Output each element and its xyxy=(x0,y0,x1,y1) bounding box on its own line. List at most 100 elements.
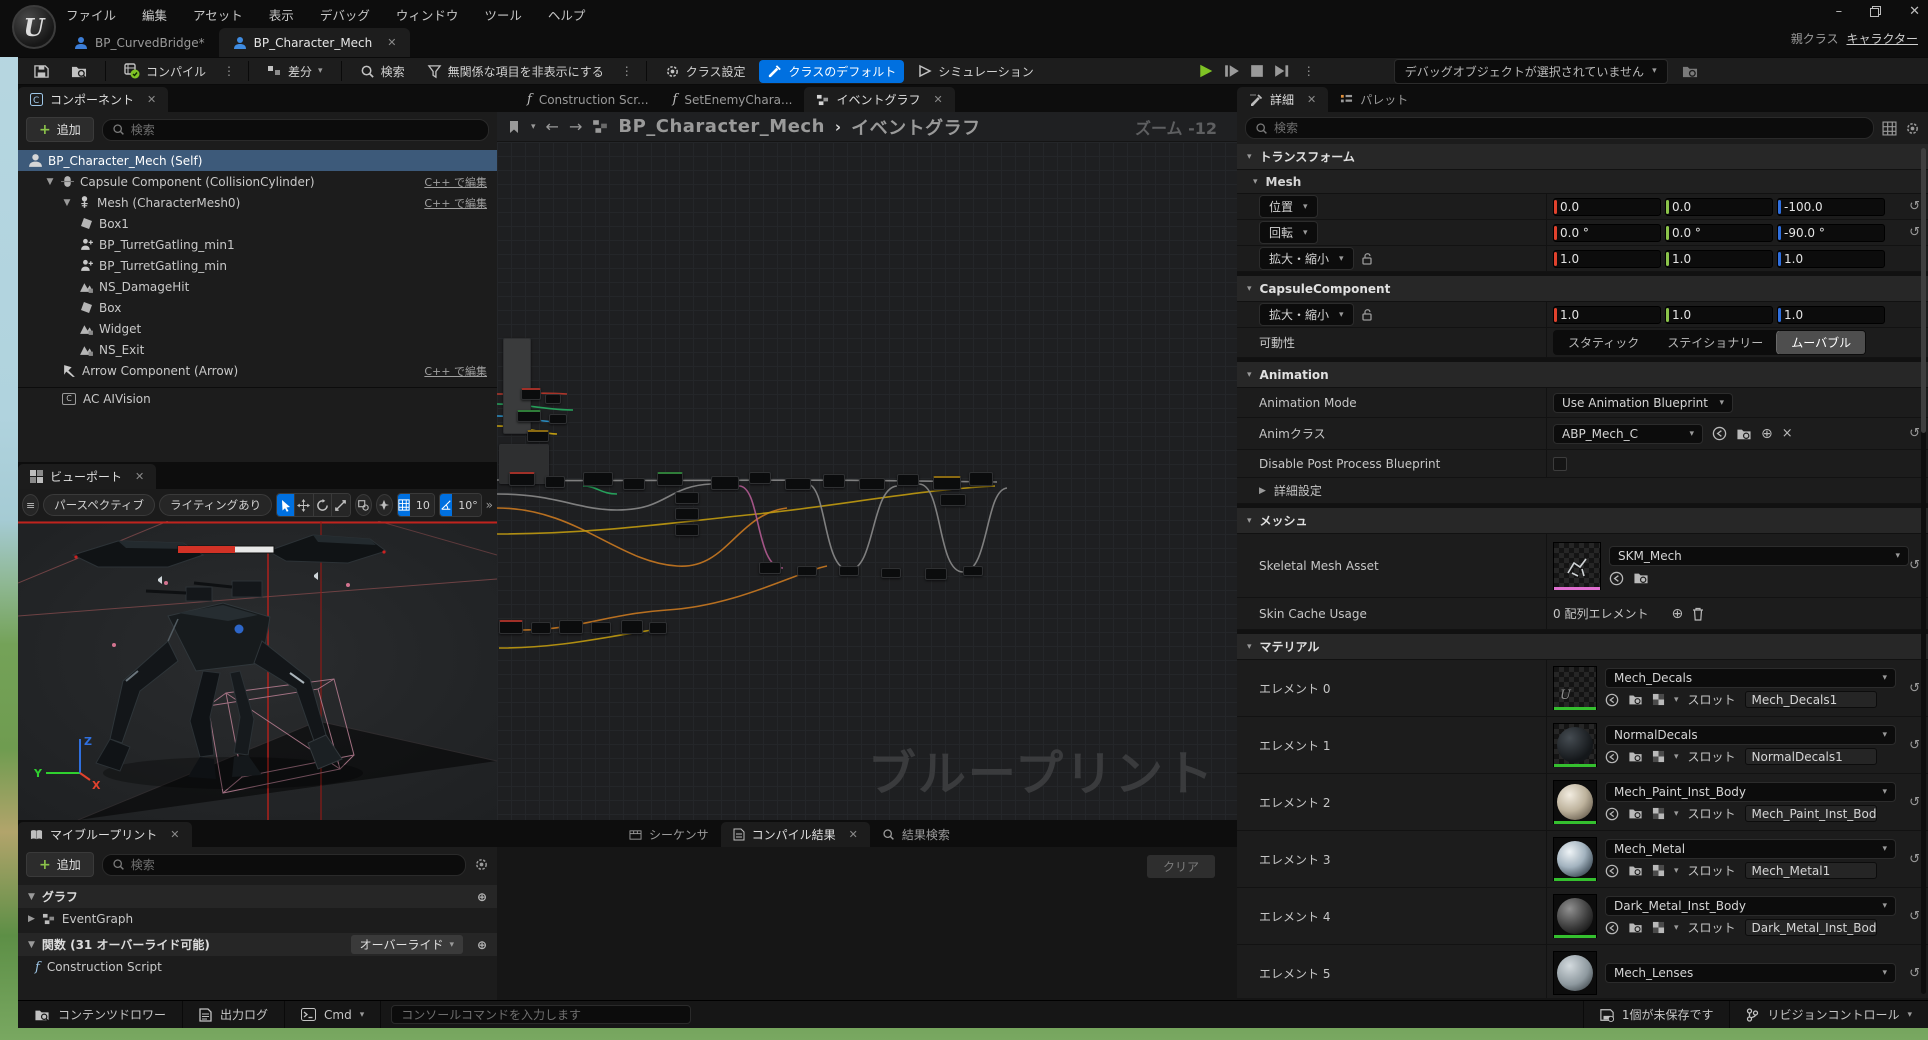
move-tool-icon[interactable] xyxy=(295,494,313,516)
graph-node[interactable] xyxy=(583,472,613,486)
tree-item-aivision[interactable]: C AC AIVision xyxy=(18,387,497,409)
reset-icon[interactable]: ↺ xyxy=(1909,426,1920,441)
animation-mode-dropdown[interactable]: Use Animation Blueprint▾ xyxy=(1553,393,1733,413)
slot-name-field[interactable]: Mech_Decals1 xyxy=(1745,691,1877,708)
browse-asset-button[interactable] xyxy=(63,61,95,82)
edit-in-cpp-link[interactable]: C++ で編集 xyxy=(424,195,487,211)
graph-node[interactable] xyxy=(623,478,645,490)
mobility-stationary[interactable]: ステイショナリー xyxy=(1653,331,1777,354)
menu-tools[interactable]: ツール xyxy=(484,5,522,24)
tree-item-ns-exit[interactable]: NS_Exit xyxy=(18,339,497,360)
details-scroll-area[interactable]: ▾トランスフォーム ▾Mesh 位置▾ 0.0 0.0 -100.0 ↺ 回転▾… xyxy=(1237,144,1928,998)
menu-help[interactable]: ヘルプ xyxy=(548,5,586,24)
close-icon[interactable]: ✕ xyxy=(147,93,156,106)
tree-item-arrow[interactable]: Arrow Component (Arrow) C++ で編集 xyxy=(18,360,497,381)
use-selected-icon[interactable] xyxy=(1605,807,1619,821)
tab-find-results[interactable]: 結果検索 xyxy=(870,822,962,847)
chevron-down-icon[interactable]: ▾ xyxy=(1674,923,1679,933)
rotation-x-field[interactable]: 0.0 ° xyxy=(1553,224,1661,242)
rotation-z-field[interactable]: -90.0 ° xyxy=(1777,224,1885,242)
my-blueprint-search[interactable] xyxy=(102,854,466,876)
browse-icon[interactable] xyxy=(1628,693,1643,706)
material-thumbnail[interactable] xyxy=(1553,837,1597,881)
graph-node[interactable] xyxy=(759,562,781,574)
asset-tab-bp-character-mech[interactable]: BP_Character_Mech ✕ xyxy=(219,28,411,57)
asset-tab-bp-curvedbridge[interactable]: BP_CurvedBridge* xyxy=(60,28,219,57)
material-dropdown[interactable]: NormalDecals▾ xyxy=(1605,725,1896,745)
graph-node[interactable] xyxy=(839,566,859,576)
close-tab-icon[interactable]: ✕ xyxy=(387,36,396,49)
use-selected-icon[interactable] xyxy=(1605,864,1619,878)
material-dropdown[interactable]: Dark_Metal_Inst_Body▾ xyxy=(1605,896,1896,916)
stop-icon[interactable] xyxy=(1250,64,1264,78)
reset-icon[interactable]: ↺ xyxy=(1909,558,1920,573)
menu-window[interactable]: ウィンドウ xyxy=(396,5,459,24)
tab-compile-results[interactable]: コンパイル結果 ✕ xyxy=(721,822,870,847)
lit-mode-button[interactable]: ライティングあり xyxy=(159,494,272,516)
collapse-caret-icon[interactable]: ▼ xyxy=(28,892,35,902)
graph-node[interactable] xyxy=(591,622,611,634)
lock-open-icon[interactable] xyxy=(1362,309,1372,321)
capsule-scale-z-field[interactable]: 1.0 xyxy=(1777,306,1885,324)
row-advanced[interactable]: ▶詳細設定 xyxy=(1237,478,1928,504)
tab-event-graph[interactable]: イベントグラフ ✕ xyxy=(804,87,954,112)
use-selected-icon[interactable] xyxy=(1712,426,1727,441)
section-capsule-component[interactable]: ▾CapsuleComponent xyxy=(1237,276,1928,302)
location-y-field[interactable]: 0.0 xyxy=(1665,198,1773,216)
revision-control-button[interactable]: リビジョンコントロール ▾ xyxy=(1729,1001,1928,1028)
graph-node[interactable] xyxy=(675,508,699,520)
section-mesh[interactable]: ▾メッシュ xyxy=(1237,508,1928,534)
section-animation[interactable]: ▾Animation xyxy=(1237,362,1928,388)
output-log-button[interactable]: 出力ログ xyxy=(183,1001,285,1028)
graph-node[interactable] xyxy=(499,620,523,634)
reset-icon[interactable]: ↺ xyxy=(1909,852,1920,867)
functions-section-header[interactable]: ▼ 関数 (31 オーバーライド可能) オーバーライド▾ ⊕ xyxy=(18,933,497,956)
graph-node[interactable] xyxy=(509,472,535,486)
highlight-icon[interactable] xyxy=(1652,750,1665,763)
construction-script-item[interactable]: f Construction Script xyxy=(18,956,497,978)
hide-unrelated-options-icon[interactable]: ⋮ xyxy=(618,64,636,78)
graph-node[interactable] xyxy=(881,568,901,578)
play-icon[interactable] xyxy=(1198,63,1214,79)
debug-object-dropdown[interactable]: デバッグオブジェクトが選択されていません ▾ xyxy=(1394,59,1668,84)
graph-node[interactable] xyxy=(559,620,583,634)
maximize-icon[interactable] xyxy=(1870,6,1881,17)
bookmark-caret-icon[interactable]: ▾ xyxy=(531,122,536,132)
console-command-field[interactable] xyxy=(391,1005,691,1024)
add-blueprint-item-button[interactable]: +追加 xyxy=(26,852,94,877)
add-function-icon[interactable]: ⊕ xyxy=(477,938,487,952)
find-button[interactable]: 検索 xyxy=(352,60,413,83)
disable-post-checkbox[interactable] xyxy=(1553,457,1567,471)
details-scrollbar[interactable] xyxy=(1921,148,1926,994)
components-search[interactable] xyxy=(102,119,489,141)
clear-icon[interactable]: × xyxy=(1782,426,1793,441)
tree-item-capsule[interactable]: ▼ Capsule Component (CollisionCylinder) … xyxy=(18,171,497,192)
expand-caret-icon[interactable]: ▼ xyxy=(62,198,72,208)
display-filter-icon[interactable] xyxy=(1882,121,1897,136)
edit-in-cpp-link[interactable]: C++ で編集 xyxy=(424,363,487,379)
tab-sequencer[interactable]: シーケンサ xyxy=(617,822,721,847)
capsule-scale-x-field[interactable]: 1.0 xyxy=(1553,306,1661,324)
scale-combo[interactable]: 拡大・縮小▾ xyxy=(1259,303,1354,326)
angle-snap-icon[interactable] xyxy=(440,494,452,516)
graph-node[interactable] xyxy=(940,494,966,506)
graph-node[interactable] xyxy=(711,476,739,490)
material-thumbnail[interactable] xyxy=(1553,780,1597,824)
settings-gear-icon[interactable] xyxy=(474,857,489,872)
expand-caret-icon[interactable]: ▼ xyxy=(45,177,55,187)
slot-name-field[interactable]: NormalDecals1 xyxy=(1745,748,1877,765)
graph-node[interactable] xyxy=(897,474,919,486)
slot-name-field[interactable]: Mech_Metal1 xyxy=(1745,862,1877,879)
edit-in-cpp-link[interactable]: C++ で編集 xyxy=(424,174,487,190)
tree-item-box1[interactable]: Box1 xyxy=(18,213,497,234)
scale-z-field[interactable]: 1.0 xyxy=(1777,250,1885,268)
bookmark-icon[interactable] xyxy=(507,120,521,134)
close-icon[interactable]: ✕ xyxy=(934,93,943,106)
tree-item-turret2[interactable]: BP_TurretGatling_min xyxy=(18,255,497,276)
browse-icon[interactable] xyxy=(1628,921,1643,934)
material-dropdown[interactable]: Mech_Decals▾ xyxy=(1605,668,1896,688)
browse-icon[interactable] xyxy=(1628,807,1643,820)
breadcrumb-asset[interactable]: BP_Character_Mech xyxy=(618,116,825,137)
chevron-down-icon[interactable]: ▾ xyxy=(1674,752,1679,762)
graph-node[interactable] xyxy=(859,478,885,490)
